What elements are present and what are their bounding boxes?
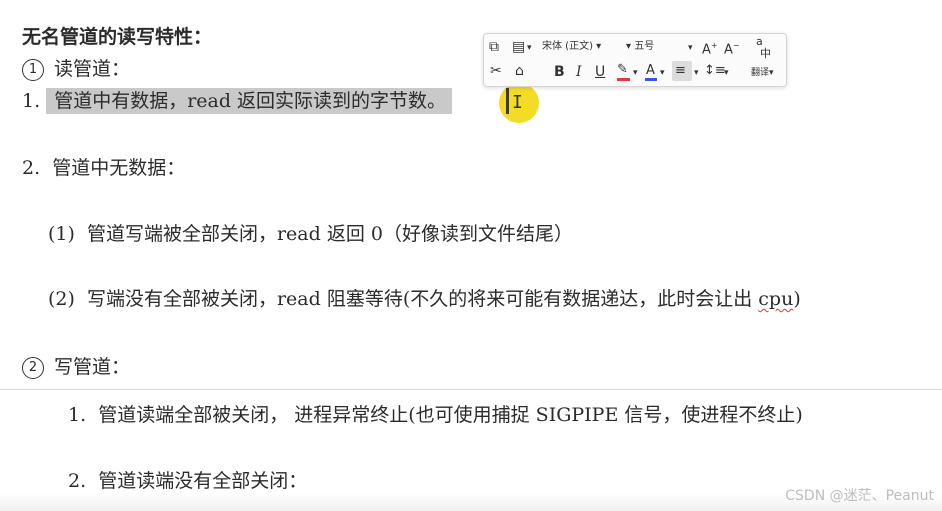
write-pipe-heading-text: 写管道： xyxy=(54,356,131,378)
write-item-2-text: 管道读端没有全部关闭： xyxy=(98,470,308,492)
ibeam-cursor-icon: I xyxy=(512,92,523,113)
format-painter-icon[interactable]: ⌂ xyxy=(515,63,524,79)
write-item-1: 1. 管道读端全部被关闭， 进程异常终止(也可使用捕捉 SIGPIPE 信号，使… xyxy=(68,402,803,428)
read-item-2-text: 管道中无数据： xyxy=(52,157,186,179)
read-sub-item-2-text: 写端没有全部被关闭，read 阻塞等待(不久的将来可能有数据递达，此时会让出 c… xyxy=(86,288,801,310)
write-item-1-number: 1. xyxy=(68,404,87,426)
copy-icon[interactable]: ⧉ xyxy=(489,39,499,55)
circled-number: 2 xyxy=(22,357,44,379)
translate-button[interactable]: 翻译▾ xyxy=(751,67,774,79)
font-color-swatch xyxy=(645,78,657,81)
document-title: 无名管道的读写特性： xyxy=(22,26,213,48)
read-sub-item-2-number: (2) xyxy=(48,288,75,310)
write-item-2: 2. 管道读端没有全部关闭： xyxy=(68,468,307,494)
read-item-1-number: 1. xyxy=(22,90,41,112)
read-sub-item-1-number: (1) xyxy=(48,223,75,245)
spell-check-underline[interactable]: cpu xyxy=(758,288,793,310)
paste-dropdown-icon[interactable]: ▾ xyxy=(527,42,532,54)
line-spacing-icon[interactable]: ↕≡ xyxy=(704,63,726,79)
read-item-2-number: 2. xyxy=(22,157,41,179)
read-sub-item-1-text: 管道写端被全部关闭，read 返回 0（好像读到文件结尾） xyxy=(86,223,573,245)
circled-number: 1 xyxy=(22,59,44,81)
write-item-2-number: 2. xyxy=(68,470,87,492)
font-color-dropdown-icon[interactable]: ▾ xyxy=(660,67,665,79)
translate-icon[interactable]: a中 xyxy=(756,36,771,60)
read-pipe-heading-text: 读管道： xyxy=(54,58,131,80)
read-pipe-heading: 1 读管道： xyxy=(22,56,130,82)
align-icon[interactable]: ≡ xyxy=(675,63,686,79)
read-sub-item-2: (2) 写端没有全部被关闭，read 阻塞等待(不久的将来可能有数据递达，此时会… xyxy=(48,286,801,312)
shrink-font-button[interactable]: A− xyxy=(724,38,740,58)
watermark: CSDN @迷茫、Peanut xyxy=(785,488,934,504)
mini-toolbar: ⧉ ▤ ▾ 宋体 (正文) ▾ ▾ 五号 ▾ A+ A− a中 ✂ ⌂ B I … xyxy=(483,33,787,87)
highlight-color-swatch xyxy=(617,78,630,81)
underline-button[interactable]: U xyxy=(595,64,605,80)
font-size-select[interactable]: ▾ 五号 xyxy=(626,39,654,55)
bold-button[interactable]: B xyxy=(554,64,565,80)
selected-text[interactable]: 管道中有数据，read 返回实际读到的字节数。 xyxy=(46,88,453,114)
font-size-dropdown-icon[interactable]: ▾ xyxy=(688,42,693,54)
read-sub-item-1: (1) 管道写端被全部关闭，read 返回 0（好像读到文件结尾） xyxy=(48,221,573,247)
paste-icon[interactable]: ▤ xyxy=(512,39,525,55)
grow-font-button[interactable]: A+ xyxy=(702,38,718,58)
italic-button[interactable]: I xyxy=(576,64,582,80)
highlight-icon[interactable]: ✎ xyxy=(617,62,628,78)
align-dropdown-icon[interactable]: ▾ xyxy=(694,67,699,79)
read-item-2: 2. 管道中无数据： xyxy=(22,155,185,181)
page-break-line xyxy=(0,389,942,390)
line-spacing-dropdown-icon[interactable]: ▾ xyxy=(724,67,729,79)
write-pipe-heading: 2 写管道： xyxy=(22,354,130,380)
text-caret xyxy=(506,88,509,114)
read-item-1[interactable]: 1. 管道中有数据，read 返回实际读到的字节数。 xyxy=(22,88,453,114)
font-color-button[interactable]: A xyxy=(646,63,655,79)
highlight-dropdown-icon[interactable]: ▾ xyxy=(633,67,638,79)
cut-icon[interactable]: ✂ xyxy=(490,63,502,79)
write-item-1-text: 管道读端全部被关闭， 进程异常终止(也可使用捕捉 SIGPIPE 信号，使进程不… xyxy=(98,404,803,426)
font-name-select[interactable]: 宋体 (正文) ▾ xyxy=(542,39,601,55)
